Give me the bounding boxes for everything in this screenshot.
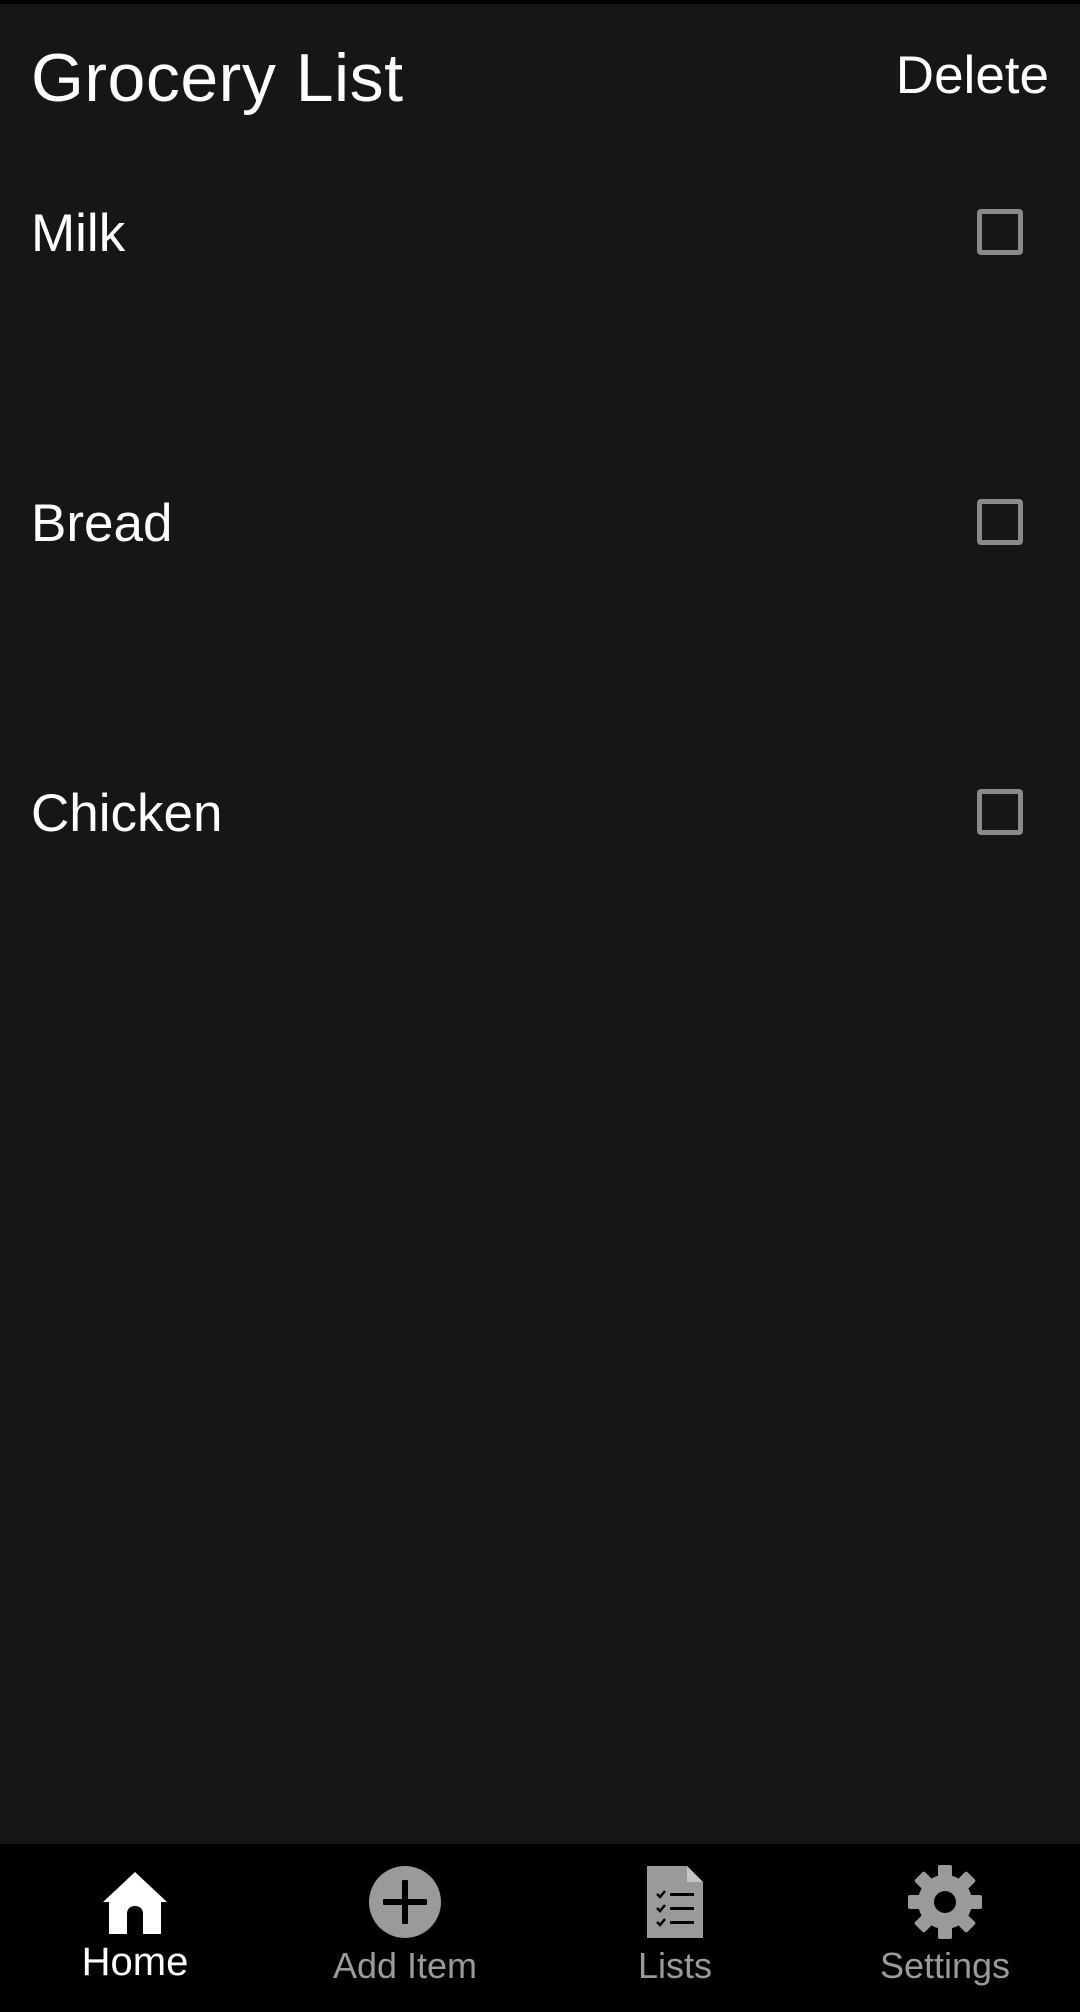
- header: Grocery List Delete: [0, 4, 1080, 144]
- delete-button[interactable]: Delete: [896, 44, 1049, 108]
- list-item-chicken[interactable]: Chicken: [0, 760, 1080, 1050]
- app-screen: Grocery List Delete Milk Bread Chicken H…: [0, 0, 1080, 2012]
- list-item-milk[interactable]: Milk: [0, 180, 1080, 470]
- nav-label: Home: [81, 1940, 189, 1984]
- item-label: Chicken: [31, 784, 223, 843]
- bottom-navigation: Home Add Item Lists Settings: [0, 1844, 1080, 2012]
- item-checkbox[interactable]: [977, 789, 1023, 835]
- list-item-bread[interactable]: Bread: [0, 470, 1080, 760]
- nav-label: Lists: [637, 1945, 713, 1986]
- nav-item-home[interactable]: Home: [0, 1844, 270, 2012]
- nav-item-lists[interactable]: Lists: [540, 1844, 810, 2012]
- home-icon: [95, 1862, 175, 1942]
- add-circle-icon: [365, 1862, 445, 1942]
- item-label: Milk: [31, 204, 126, 263]
- grocery-list: Milk Bread Chicken: [0, 180, 1080, 1050]
- nav-label: Settings: [879, 1945, 1011, 1986]
- nav-label: Add Item: [332, 1945, 478, 1986]
- page-title: Grocery List: [31, 40, 404, 116]
- item-checkbox[interactable]: [977, 499, 1023, 545]
- checklist-document-icon: [635, 1862, 715, 1942]
- item-checkbox[interactable]: [977, 209, 1023, 255]
- item-label: Bread: [31, 494, 173, 553]
- gear-icon: [905, 1862, 985, 1942]
- nav-item-settings[interactable]: Settings: [810, 1844, 1080, 2012]
- nav-item-add-item[interactable]: Add Item: [270, 1844, 540, 2012]
